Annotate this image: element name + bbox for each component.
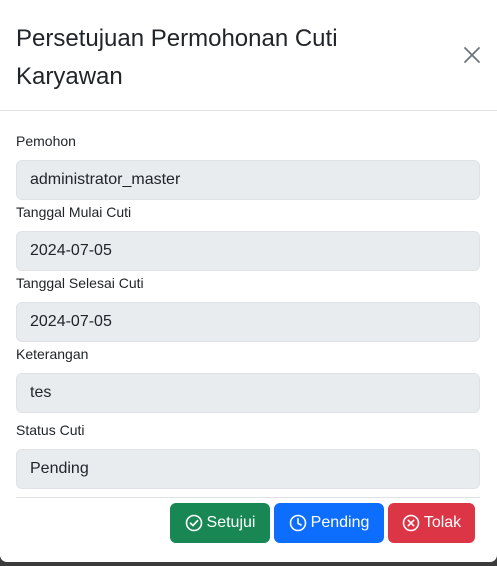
- description-label: Keterangan: [16, 346, 89, 362]
- end-date-label: Tanggal Selesai Cuti: [16, 275, 144, 291]
- start-date-field[interactable]: 2024-07-05: [16, 231, 480, 271]
- applicant-label: Pemohon: [16, 133, 76, 149]
- clock-icon: [289, 514, 306, 532]
- reject-button[interactable]: Tolak: [388, 503, 475, 543]
- start-date-label: Tanggal Mulai Cuti: [16, 204, 132, 220]
- applicant-field[interactable]: administrator_master: [16, 160, 480, 200]
- footer-divider: [16, 497, 480, 498]
- approve-button[interactable]: Setujui: [170, 503, 270, 543]
- leave-status-field[interactable]: Pending: [16, 449, 480, 489]
- x-circle-icon: [402, 514, 420, 532]
- leave-status-label: Status Cuti: [16, 422, 85, 438]
- pending-button-label: Pending: [310, 514, 370, 531]
- leave-approval-modal: Persetujuan Permohonan Cuti Karyawan Pem…: [0, 0, 497, 562]
- description-field[interactable]: tes: [16, 373, 480, 413]
- reject-button-label: Tolak: [423, 514, 462, 531]
- close-icon: [464, 47, 480, 63]
- approve-button-label: Setujui: [206, 514, 256, 531]
- check-circle-icon: [185, 514, 202, 532]
- close-button[interactable]: [461, 44, 483, 66]
- modal-header: Persetujuan Permohonan Cuti Karyawan: [0, 0, 497, 111]
- pending-button[interactable]: Pending: [274, 503, 384, 543]
- end-date-field[interactable]: 2024-07-05: [16, 302, 480, 342]
- modal-title: Persetujuan Permohonan Cuti Karyawan: [16, 25, 338, 90]
